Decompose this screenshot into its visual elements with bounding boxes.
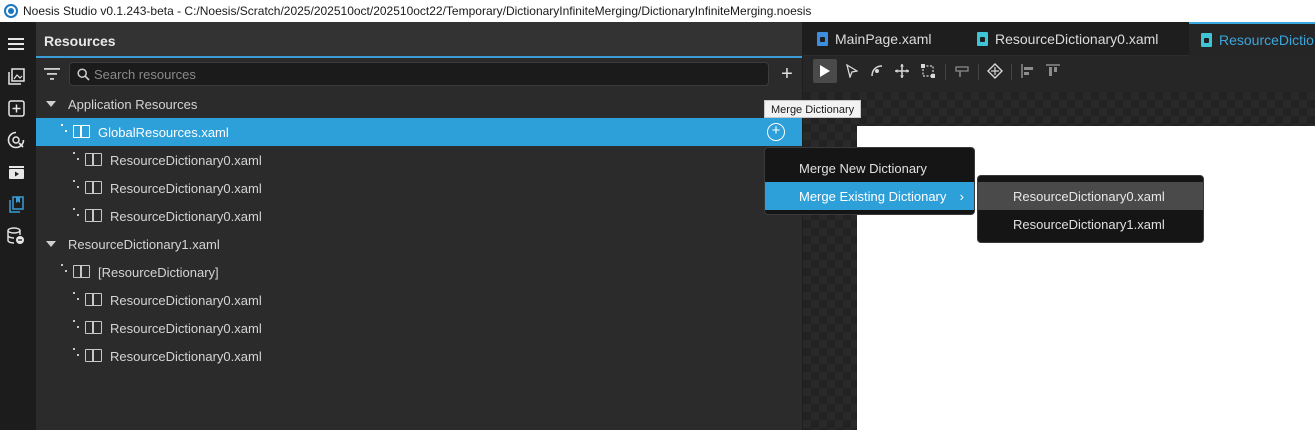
dictionary-icon xyxy=(73,265,90,278)
panel-title: Resources xyxy=(44,33,116,49)
tree-connector-icon xyxy=(61,124,67,134)
tree-item-merged[interactable]: ResourceDictionary0.xaml xyxy=(36,314,802,342)
tree-group-application-resources[interactable]: Application Resources xyxy=(36,90,802,118)
tree-connector-icon xyxy=(73,292,79,302)
dictionary-icon xyxy=(85,181,102,194)
tree-item-label: ResourceDictionary0.xaml xyxy=(110,348,262,364)
direct-select-icon[interactable] xyxy=(840,59,864,83)
tab-label: MainPage.xaml xyxy=(835,31,932,47)
animation-icon[interactable] xyxy=(6,162,26,182)
transform-icon[interactable] xyxy=(916,59,940,83)
resources-panel: Resources + Application Resources Global… xyxy=(36,22,802,430)
tree-item-label: [ResourceDictionary] xyxy=(98,264,219,280)
editor-toolbar xyxy=(803,56,1315,90)
pen-icon[interactable] xyxy=(865,59,889,83)
merge-dictionary-plus-icon[interactable]: + xyxy=(767,123,785,141)
tree-item-label: ResourceDictionary0.xaml xyxy=(110,208,262,224)
merge-dictionary-tooltip: Merge Dictionary xyxy=(764,100,862,118)
tree-connector-icon xyxy=(73,152,79,162)
document-tabs: MainPage.xaml ResourceDictionary0.xaml R… xyxy=(803,22,1315,56)
existing-dictionary-submenu: ResourceDictionary0.xaml ResourceDiction… xyxy=(977,175,1204,243)
tree-item-merged[interactable]: ResourceDictionary0.xaml xyxy=(36,174,802,202)
move-icon[interactable] xyxy=(890,59,914,83)
menu-item-merge-existing[interactable]: Merge Existing Dictionary › xyxy=(765,182,974,210)
tree-item-merged[interactable]: ResourceDictionary0.xaml xyxy=(36,286,802,314)
activity-bar xyxy=(0,22,36,430)
submenu-item-resourcedictionary1[interactable]: ResourceDictionary1.xaml xyxy=(978,210,1203,238)
title-bar: Noesis Studio v0.1.243-beta - C:/Noesis/… xyxy=(0,0,1315,22)
menu-item-merge-new[interactable]: Merge New Dictionary xyxy=(765,154,974,182)
panel-header: Resources xyxy=(36,22,802,58)
dictionary-icon xyxy=(85,209,102,222)
xaml-file-icon xyxy=(1201,33,1212,47)
xaml-file-icon xyxy=(977,32,988,46)
paint-bucket-icon[interactable] xyxy=(950,59,974,83)
align-top-icon[interactable] xyxy=(1041,59,1065,83)
tab-label: ResourceDictio xyxy=(1219,32,1314,48)
search-box xyxy=(69,62,769,86)
tree-item-merged[interactable]: ResourceDictionary0.xaml xyxy=(36,146,802,174)
tree-item-label: ResourceDictionary0.xaml xyxy=(110,292,262,308)
tab-mainpage[interactable]: MainPage.xaml xyxy=(817,22,967,56)
tab-label: ResourceDictionary0.xaml xyxy=(995,31,1159,47)
tree-item-resourcedictionary[interactable]: [ResourceDictionary] xyxy=(36,258,802,286)
tree-item-globalresources[interactable]: GlobalResources.xaml + xyxy=(36,118,802,146)
snap-icon[interactable] xyxy=(983,59,1007,83)
submenu-item-label: ResourceDictionary0.xaml xyxy=(1013,188,1165,204)
tree-connector-icon xyxy=(61,264,67,274)
tree-item-label: Application Resources xyxy=(68,96,198,112)
tab-resourcedictionary1[interactable]: ResourceDictio xyxy=(1189,22,1315,56)
dictionary-icon xyxy=(85,153,102,166)
add-resource-button[interactable]: + xyxy=(777,63,797,85)
tree-group-resourcedictionary1[interactable]: ResourceDictionary1.xaml xyxy=(36,230,802,258)
search-input[interactable] xyxy=(94,65,754,83)
hamburger-menu-icon[interactable] xyxy=(6,34,26,54)
tree-connector-icon xyxy=(73,320,79,330)
xaml-file-icon xyxy=(817,32,828,46)
dictionary-icon xyxy=(85,321,102,334)
assets-icon[interactable] xyxy=(6,66,26,86)
search-icon xyxy=(77,68,90,81)
expand-caret-icon[interactable] xyxy=(46,101,56,107)
submenu-item-label: ResourceDictionary1.xaml xyxy=(1013,216,1165,232)
resources-icon[interactable] xyxy=(6,194,26,214)
tree-item-label: ResourceDictionary0.xaml xyxy=(110,180,262,196)
noesis-logo-icon xyxy=(4,4,18,18)
submenu-item-resourcedictionary0[interactable]: ResourceDictionary0.xaml xyxy=(978,182,1203,210)
expand-caret-icon[interactable] xyxy=(46,241,56,247)
dictionary-icon xyxy=(85,349,102,362)
tree-item-label: ResourceDictionary1.xaml xyxy=(68,236,220,252)
palette-icon[interactable] xyxy=(6,130,26,150)
filter-icon[interactable] xyxy=(44,68,60,80)
tree-item-label: GlobalResources.xaml xyxy=(98,124,229,140)
tree-connector-icon xyxy=(73,348,79,358)
tree-item-label: ResourceDictionary0.xaml xyxy=(110,152,262,168)
select-icon[interactable] xyxy=(813,59,837,83)
tree-item-merged[interactable]: ResourceDictionary0.xaml xyxy=(36,202,802,230)
tree-item-label: ResourceDictionary0.xaml xyxy=(110,320,262,336)
tree-connector-icon xyxy=(73,208,79,218)
window-title: Noesis Studio v0.1.243-beta - C:/Noesis/… xyxy=(23,4,812,18)
dictionary-icon xyxy=(73,125,90,138)
align-left-icon[interactable] xyxy=(1016,59,1040,83)
chevron-right-icon: › xyxy=(959,189,964,204)
data-sources-icon[interactable] xyxy=(6,226,26,246)
dictionary-icon xyxy=(85,293,102,306)
menu-item-label: Merge Existing Dictionary xyxy=(799,188,947,204)
tree-item-merged[interactable]: ResourceDictionary0.xaml xyxy=(36,342,802,370)
menu-item-label: Merge New Dictionary xyxy=(799,160,927,176)
add-item-icon[interactable] xyxy=(6,98,26,118)
tree-connector-icon xyxy=(73,180,79,190)
merge-context-menu: Merge New Dictionary Merge Existing Dict… xyxy=(764,147,975,215)
tab-resourcedictionary0[interactable]: ResourceDictionary0.xaml xyxy=(977,22,1177,56)
